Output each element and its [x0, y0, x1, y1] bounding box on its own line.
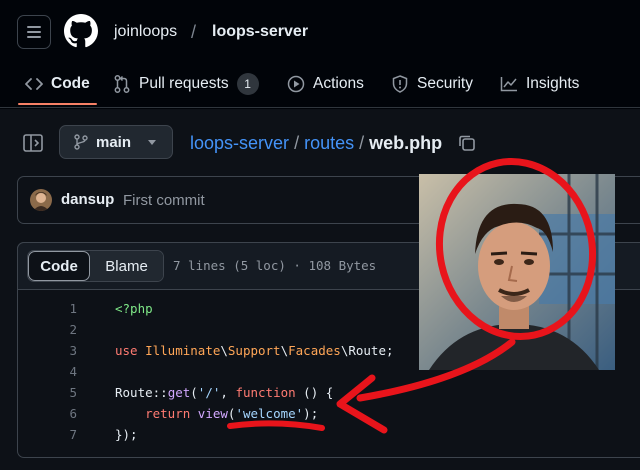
- branch-icon: [74, 134, 88, 150]
- tab-actions[interactable]: Actions: [287, 72, 364, 96]
- code-icon: [25, 75, 43, 93]
- code-token: \: [220, 343, 228, 358]
- github-logo-icon[interactable]: [64, 14, 98, 48]
- code-token: (: [190, 385, 198, 400]
- branch-name: main: [96, 133, 132, 151]
- tab-insights[interactable]: Insights: [500, 72, 579, 96]
- pull-requests-count-badge: 1: [236, 73, 259, 95]
- hamburger-menu-button[interactable]: [17, 15, 51, 49]
- code-view-button[interactable]: Code: [28, 251, 91, 281]
- path-file-name: web.php: [369, 133, 443, 153]
- commit-author[interactable]: dansup: [61, 191, 114, 208]
- sidebar-toggle-icon[interactable]: [22, 132, 44, 154]
- code-token: <?php: [115, 301, 153, 316]
- avatar[interactable]: [30, 189, 52, 211]
- path-separator: /: [294, 133, 300, 153]
- breadcrumb-repo[interactable]: loops-server: [212, 21, 308, 43]
- tab-security-label: Security: [417, 75, 473, 92]
- shield-icon: [391, 75, 409, 93]
- line-number[interactable]: 1: [17, 298, 77, 319]
- code-line: 5 Route::get('/', function () {: [17, 382, 640, 403]
- code-token: return: [145, 406, 191, 421]
- chevron-down-icon: [148, 140, 156, 145]
- pull-request-icon: [113, 75, 131, 93]
- code-token: view: [197, 406, 228, 421]
- code-token: use: [115, 343, 138, 358]
- active-tab-indicator: [18, 103, 97, 105]
- code-token: () {: [295, 385, 334, 400]
- code-token: function: [235, 385, 296, 400]
- code-token: Route;: [348, 343, 394, 358]
- breadcrumb-owner[interactable]: joinloops: [114, 21, 177, 43]
- copy-path-icon[interactable]: [457, 133, 477, 153]
- repo-tabs: Code Pull requests 1 Actions Security In…: [0, 62, 640, 108]
- code-token: ,: [220, 385, 236, 400]
- branch-selector-button[interactable]: main: [59, 125, 173, 159]
- path-folder-link[interactable]: routes: [304, 133, 354, 153]
- code-line: 6 return view('welcome');: [17, 403, 640, 424]
- line-number[interactable]: 4: [17, 361, 77, 382]
- code-token: Route::: [115, 385, 168, 400]
- code-token: Illuminate: [145, 343, 221, 358]
- code-token: '/': [197, 385, 221, 400]
- code-line: 7 });: [17, 424, 640, 445]
- tab-pull-requests[interactable]: Pull requests 1: [113, 72, 259, 96]
- tab-pull-requests-label: Pull requests: [139, 75, 229, 92]
- overlay-photo: [419, 174, 615, 370]
- line-number[interactable]: 5: [17, 382, 77, 403]
- file-path-breadcrumb: loops-server / routes / web.php: [190, 131, 442, 155]
- code-token: );: [303, 406, 319, 421]
- blame-view-button[interactable]: Blame: [90, 251, 163, 281]
- code-token: 'welcome': [235, 406, 304, 421]
- tab-actions-label: Actions: [313, 75, 364, 92]
- tab-security[interactable]: Security: [391, 72, 473, 96]
- code-token: });: [115, 427, 138, 442]
- view-mode-toggle: Code Blame: [27, 250, 164, 282]
- line-number[interactable]: 7: [17, 424, 77, 445]
- line-number[interactable]: 3: [17, 340, 77, 361]
- code-token: Facades: [288, 343, 341, 358]
- tab-insights-label: Insights: [526, 75, 580, 92]
- play-icon: [287, 75, 305, 93]
- code-token: Support: [227, 343, 281, 358]
- breadcrumb-separator: /: [191, 22, 197, 42]
- tab-code[interactable]: Code: [25, 72, 90, 96]
- tab-code-label: Code: [51, 75, 90, 92]
- path-repo-link[interactable]: loops-server: [190, 133, 289, 153]
- path-separator: /: [359, 133, 365, 153]
- file-stats: 7 lines (5 loc) · 108 Bytes: [173, 258, 377, 273]
- line-number[interactable]: 2: [17, 319, 77, 340]
- code-token: \: [280, 343, 289, 358]
- commit-message[interactable]: First commit: [123, 192, 205, 209]
- graph-icon: [500, 75, 518, 93]
- hamburger-icon: [27, 26, 41, 38]
- code-token: get: [167, 385, 191, 400]
- line-number[interactable]: 6: [17, 403, 77, 424]
